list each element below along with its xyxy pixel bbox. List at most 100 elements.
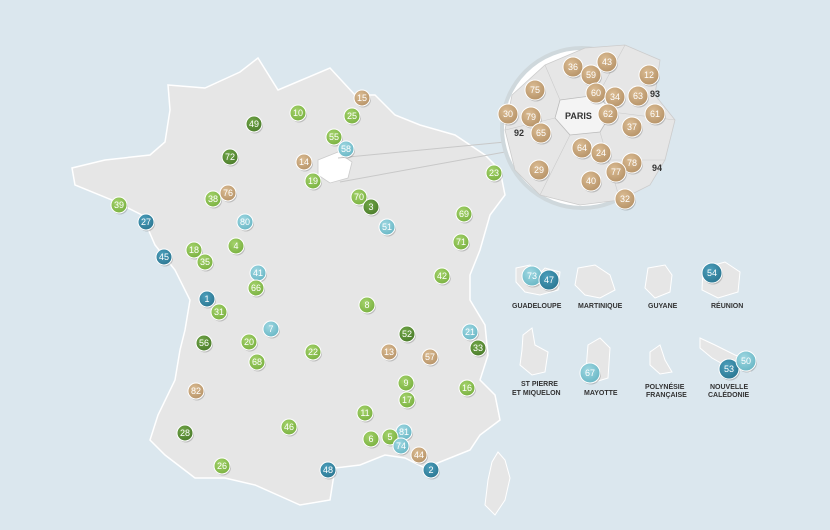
corsica-shape: [484, 451, 511, 516]
mayotte-label: MAYOTTE: [584, 390, 618, 397]
map-canvas: PARIS 92 93 94 GUADELOUPE MARTINIQUE GUY…: [71, 44, 757, 516]
marker-number: 37: [627, 122, 637, 132]
stpierre-label-line2: ET MIQUELON: [512, 390, 561, 397]
marker-number: 18: [189, 245, 199, 255]
marker-number: 51: [382, 222, 392, 232]
marker-number: 46: [284, 422, 294, 432]
marker-number: 1: [204, 294, 209, 304]
marker-t67[interactable]: 67: [579, 362, 601, 385]
marker-number: 48: [323, 465, 333, 475]
marker-p32[interactable]: 32: [614, 188, 636, 211]
marker-number: 33: [473, 343, 483, 353]
marker-number: 8: [364, 300, 369, 310]
marker-number: 14: [299, 157, 309, 167]
marker-number: 73: [527, 271, 537, 281]
marker-number: 22: [308, 347, 318, 357]
marker-number: 15: [357, 93, 367, 103]
marker-number: 69: [459, 209, 469, 219]
marker-number: 74: [396, 441, 406, 451]
marker-number: 43: [602, 57, 612, 67]
guyane-shape: [644, 264, 673, 299]
marker-number: 53: [724, 364, 734, 374]
stpierre-label-line1: ST PIERRE: [521, 381, 558, 388]
marker-number: 6: [368, 434, 373, 444]
marker-number: 2: [428, 465, 433, 475]
guyane-label: GUYANE: [648, 303, 678, 310]
marker-number: 44: [414, 450, 424, 460]
marker-number: 27: [141, 217, 151, 227]
marker-number: 60: [591, 88, 601, 98]
marker-m39[interactable]: 39: [110, 196, 128, 215]
marker-number: 10: [293, 108, 303, 118]
marker-number: 67: [585, 368, 595, 378]
marker-number: 82: [191, 386, 201, 396]
marker-number: 9: [403, 378, 408, 388]
caledonie-label-line2: CALÉDONIE: [708, 390, 750, 399]
guadeloupe-label: GUADELOUPE: [512, 303, 562, 310]
marker-number: 52: [402, 329, 412, 339]
caledonie-label-line1: NOUVELLE: [710, 384, 748, 391]
marker-number: 80: [240, 217, 250, 227]
marker-number: 39: [114, 200, 124, 210]
martinique-shape: [574, 264, 616, 299]
marker-number: 36: [568, 62, 578, 72]
marker-number: 5: [387, 432, 392, 442]
marker-number: 13: [384, 347, 394, 357]
marker-number: 79: [526, 112, 536, 122]
marker-number: 78: [627, 158, 637, 168]
marker-number: 29: [534, 165, 544, 175]
marker-number: 16: [462, 383, 472, 393]
marker-number: 65: [536, 128, 546, 138]
polynesie-shape: [649, 344, 673, 375]
marker-number: 25: [347, 111, 357, 121]
marker-number: 55: [329, 132, 339, 142]
marker-number: 68: [252, 357, 262, 367]
marker-number: 56: [199, 338, 209, 348]
dept-92-label: 92: [514, 128, 524, 138]
marker-number: 11: [360, 408, 369, 418]
marker-number: 3: [368, 202, 373, 212]
map-stage: PARIS 92 93 94 GUADELOUPE MARTINIQUE GUY…: [0, 0, 830, 530]
marker-number: 19: [308, 176, 318, 186]
polynesie-label-line1: POLYNÉSIE: [645, 382, 685, 391]
marker-number: 4: [233, 241, 238, 251]
marker-number: 28: [180, 428, 190, 438]
marker-number: 61: [650, 109, 660, 119]
stpierre-shape: [519, 327, 549, 376]
marker-number: 17: [402, 395, 412, 405]
marker-number: 62: [603, 109, 613, 119]
marker-number: 30: [503, 109, 513, 119]
marker-number: 81: [399, 427, 409, 437]
marker-number: 63: [633, 91, 643, 101]
marker-m45[interactable]: 45: [155, 248, 173, 267]
marker-number: 50: [741, 356, 751, 366]
marker-number: 40: [586, 176, 596, 186]
martinique-label: MARTINIQUE: [578, 303, 623, 310]
marker-number: 70: [354, 192, 364, 202]
marker-number: 21: [465, 327, 475, 337]
marker-number: 26: [217, 461, 227, 471]
marker-number: 42: [437, 271, 447, 281]
marker-number: 7: [268, 324, 273, 334]
marker-number: 23: [489, 168, 499, 178]
marker-number: 59: [586, 70, 596, 80]
marker-number: 20: [244, 337, 254, 347]
marker-number: 71: [456, 237, 466, 247]
marker-m27[interactable]: 27: [137, 213, 155, 232]
marker-number: 35: [200, 257, 210, 267]
marker-number: 45: [159, 252, 169, 262]
marker-number: 38: [208, 194, 218, 204]
marker-number: 12: [644, 70, 654, 80]
marker-number: 66: [251, 283, 261, 293]
marker-number: 47: [544, 275, 554, 285]
marker-number: 57: [425, 352, 435, 362]
marker-number: 75: [530, 85, 540, 95]
marker-number: 64: [577, 143, 587, 153]
marker-number: 34: [610, 92, 620, 102]
marker-m2[interactable]: 2: [422, 461, 440, 480]
marker-number: 58: [341, 144, 351, 154]
marker-number: 76: [223, 188, 233, 198]
marker-number: 49: [249, 119, 259, 129]
marker-number: 72: [225, 152, 235, 162]
marker-number: 24: [596, 148, 606, 158]
